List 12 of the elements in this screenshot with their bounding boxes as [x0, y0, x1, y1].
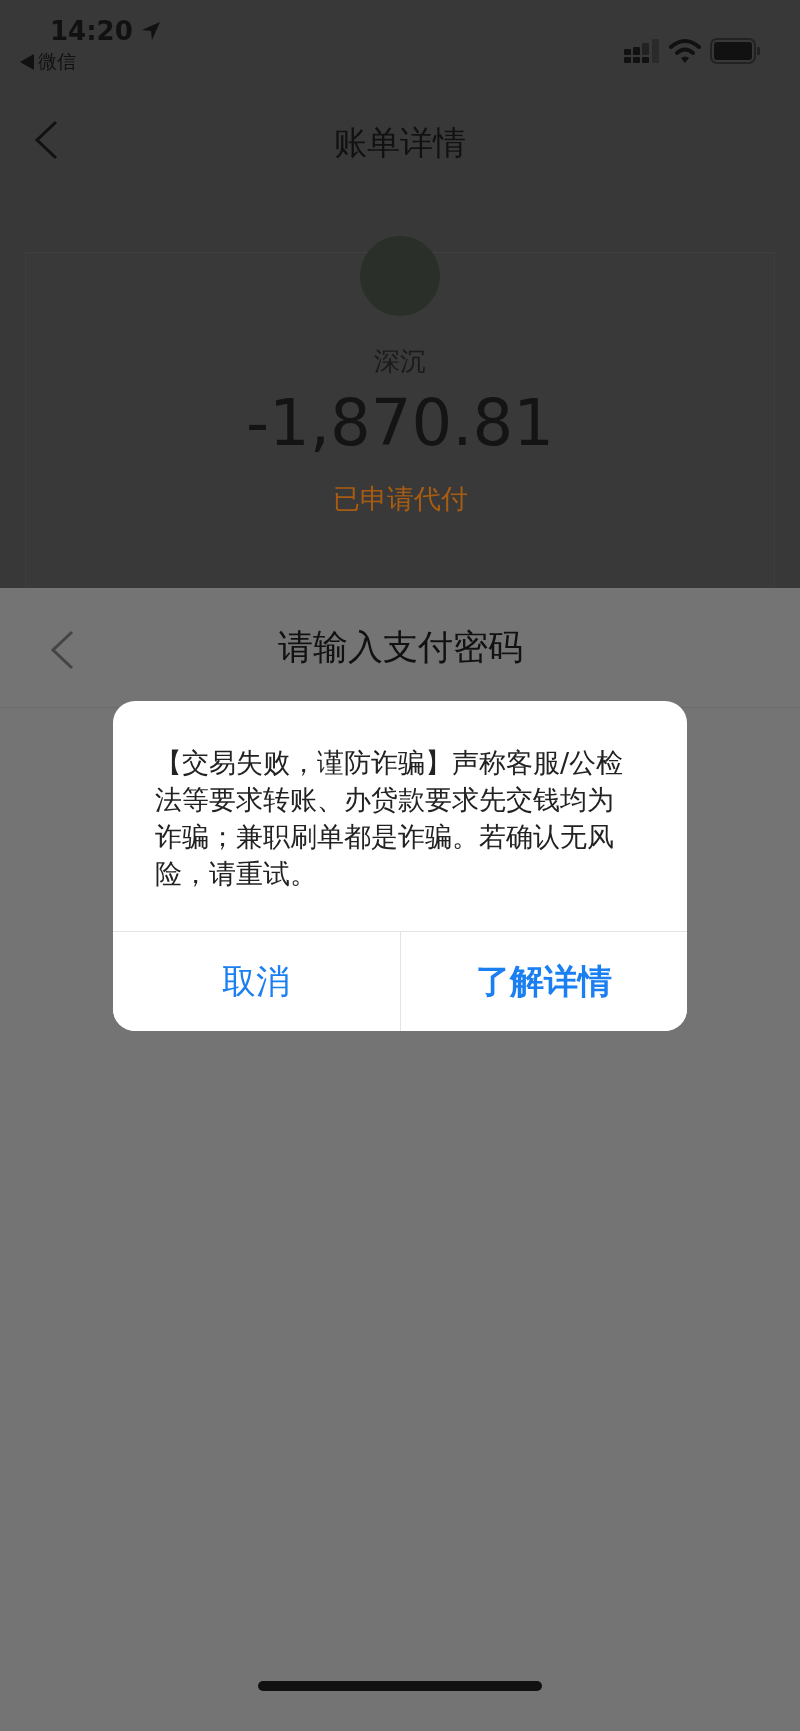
- wifi-icon: [668, 38, 702, 64]
- details-button[interactable]: 了解详情: [399, 932, 687, 1031]
- bill-status: 已申请代付: [332, 483, 468, 516]
- back-triangle-icon[interactable]: [20, 53, 34, 70]
- location-arrow-icon: [140, 21, 161, 41]
- back-chevron-icon[interactable]: [34, 120, 58, 160]
- back-chevron-icon[interactable]: [50, 630, 74, 670]
- signal-icon: [624, 39, 660, 63]
- home-indicator[interactable]: [258, 1681, 542, 1691]
- sheet-title: 请输入支付密码: [277, 626, 523, 670]
- battery-icon: [710, 38, 760, 64]
- alert-message: 【交易失败，谨防诈骗】声称客服/公检法等要求转账、办贷款要求先交钱均为诈骗；兼职刷单都是诈骗。若确认无风险，请重试。: [154, 746, 625, 891]
